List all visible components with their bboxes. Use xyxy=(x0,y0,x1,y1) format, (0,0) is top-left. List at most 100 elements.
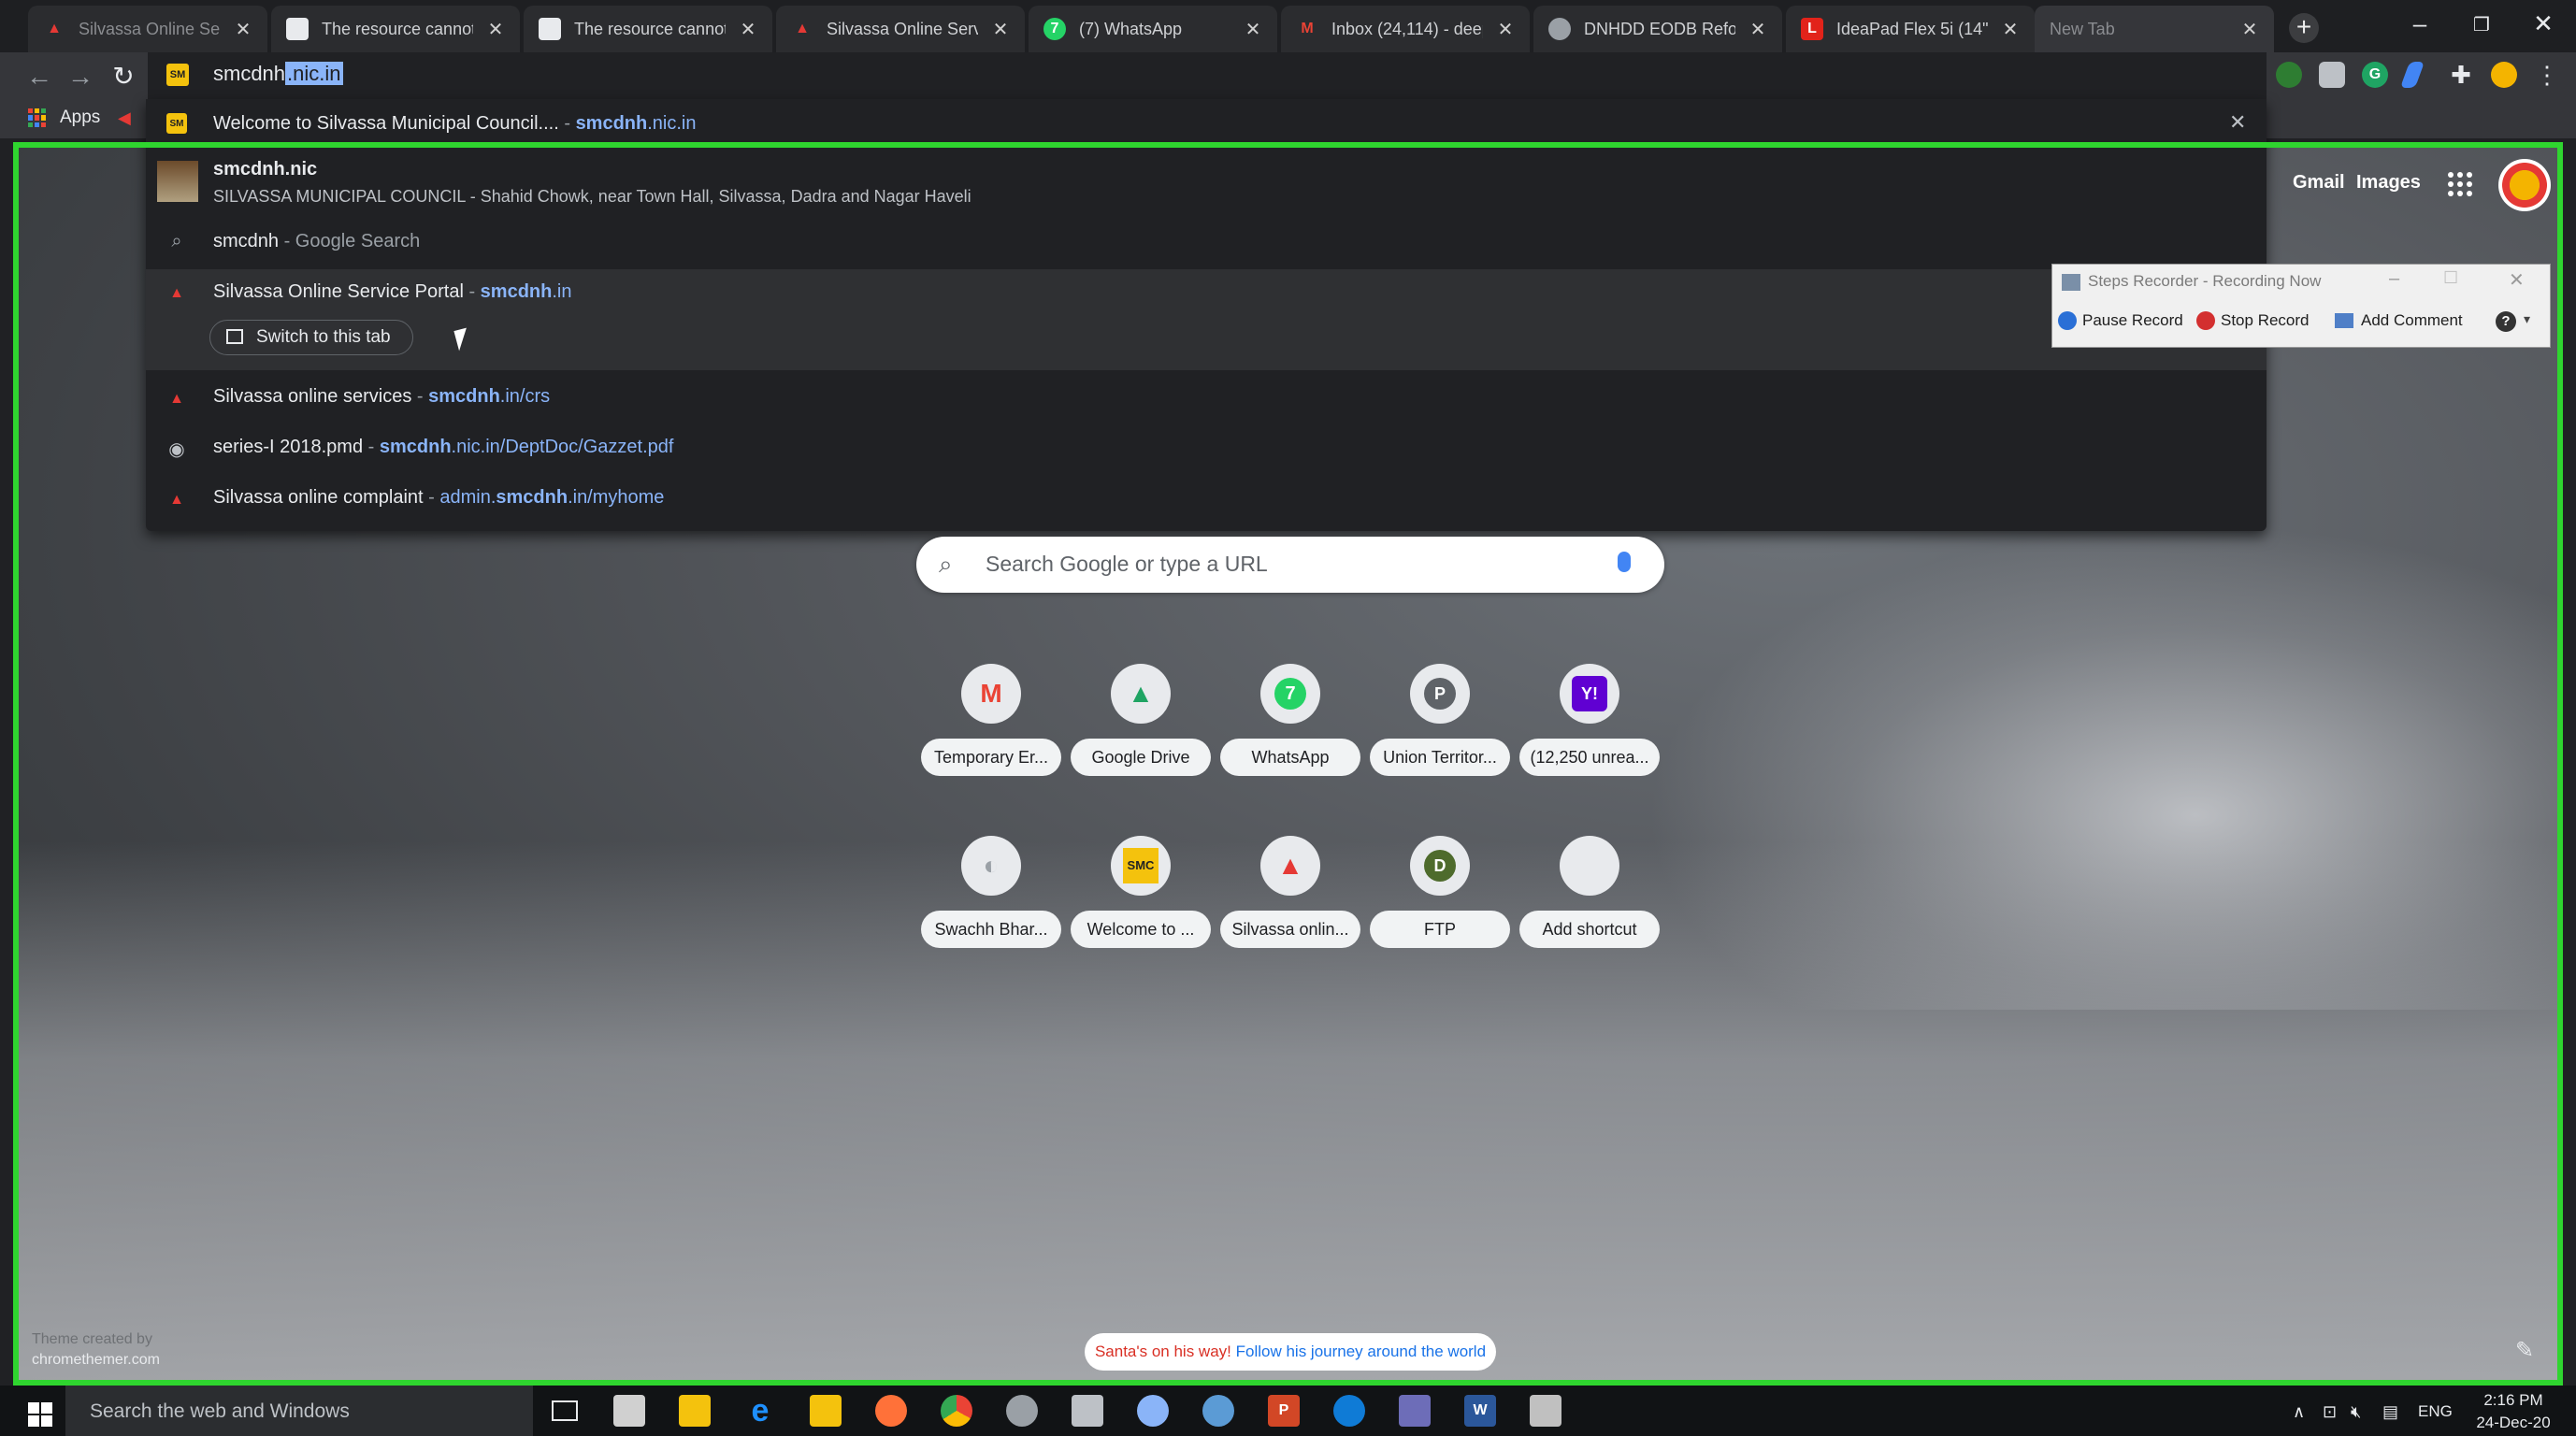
powerpoint-icon[interactable]: P xyxy=(1268,1395,1300,1427)
volume-mute-icon[interactable]: 🔇︎ xyxy=(2351,1402,2361,1422)
steps-maximize-icon[interactable]: ☐ xyxy=(2443,268,2458,288)
internet-explorer-icon[interactable]: e xyxy=(744,1395,776,1427)
images-link[interactable]: Images xyxy=(2356,172,2421,194)
shortcut-tile[interactable]: M Temporary Er... xyxy=(921,664,1061,785)
file-explorer-icon[interactable] xyxy=(679,1395,711,1427)
tab-7[interactable]: DNHDD EODB Reform ✕ xyxy=(1533,6,1782,52)
whatsapp-icon: 7 xyxy=(1260,664,1320,724)
shortcut-label: (12,250 unrea... xyxy=(1519,739,1660,776)
app-icon[interactable] xyxy=(1202,1395,1234,1427)
shortcut-tile[interactable]: SMC Welcome to ... xyxy=(1071,836,1211,957)
help-icon[interactable]: ? xyxy=(2496,311,2516,332)
minimize-icon[interactable]: – xyxy=(2401,9,2439,38)
back-button[interactable]: ← xyxy=(22,60,56,93)
tab-close-icon[interactable]: ✕ xyxy=(1749,18,1767,41)
google-account-avatar[interactable] xyxy=(2498,159,2551,211)
store-icon[interactable] xyxy=(613,1395,645,1427)
gmail-link[interactable]: Gmail xyxy=(2293,172,2345,194)
grammarly-icon[interactable]: G xyxy=(2362,62,2388,88)
windows-start-icon[interactable] xyxy=(28,1402,52,1427)
customize-pencil-icon[interactable]: ✎ xyxy=(2515,1337,2534,1364)
tab-2[interactable]: The resource cannot be ✕ xyxy=(271,6,520,52)
tab-close-icon[interactable]: ✕ xyxy=(991,18,1010,41)
tab-close-icon[interactable]: ✕ xyxy=(739,18,757,41)
chrome-icon[interactable] xyxy=(941,1395,972,1427)
task-view-icon[interactable] xyxy=(552,1400,578,1421)
app-icon[interactable] xyxy=(1399,1395,1431,1427)
suggestion-search-text: smcdnh - Google Search xyxy=(213,231,420,252)
firefox-icon[interactable] xyxy=(875,1395,907,1427)
tab-close-icon[interactable]: ✕ xyxy=(486,18,505,41)
steps-minimize-icon[interactable]: – xyxy=(2389,268,2399,290)
stop-record-button[interactable]: Stop Record xyxy=(2221,311,2310,330)
google-apps-grid-icon[interactable] xyxy=(2448,172,2472,196)
steps-close-icon[interactable]: ✕ xyxy=(2509,268,2525,292)
app-icon[interactable] xyxy=(1072,1395,1103,1427)
santa-promo[interactable]: Santa's on his way! Follow his journey a… xyxy=(1085,1333,1496,1371)
tab-3[interactable]: The resource cannot be ✕ xyxy=(524,6,772,52)
tab-title: DNHDD EODB Reform xyxy=(1584,19,1735,38)
app-icon[interactable] xyxy=(1006,1395,1038,1427)
microphone-icon[interactable] xyxy=(1618,552,1631,572)
profile-avatar[interactable] xyxy=(2491,62,2517,88)
edge-icon[interactable] xyxy=(1333,1395,1365,1427)
extension-green-icon[interactable] xyxy=(2276,62,2302,88)
extensions-puzzle-icon[interactable]: ✚ xyxy=(2448,62,2474,88)
tray-chevron-up-icon[interactable]: ∧ xyxy=(2293,1402,2305,1422)
tab-close-icon[interactable]: ✕ xyxy=(1244,18,1262,41)
app-icon[interactable] xyxy=(1137,1395,1169,1427)
tab-title: Silvassa Online Service xyxy=(827,19,978,38)
letter-d-icon: D xyxy=(1410,836,1470,896)
shortcut-tile[interactable]: ▲ Google Drive xyxy=(1071,664,1211,785)
suggestion-row-2[interactable] xyxy=(146,217,2267,266)
santa-promo-link[interactable]: Follow his journey around the world xyxy=(1236,1343,1486,1360)
action-center-icon[interactable]: ▤ xyxy=(2382,1402,2398,1422)
add-comment-button[interactable]: Add Comment xyxy=(2361,311,2463,330)
tab-1[interactable]: ▲ Silvassa Online Service ✕ xyxy=(28,6,267,52)
omnibox-input[interactable]: smcdnh.nic.in xyxy=(213,62,343,86)
menu-kebab-icon[interactable]: ⋮ xyxy=(2534,62,2560,88)
address-bar[interactable] xyxy=(148,52,2267,99)
folder-app-icon[interactable] xyxy=(810,1395,842,1427)
tab-8[interactable]: L IdeaPad Flex 5i (14") | L ✕ xyxy=(1786,6,2035,52)
tab-close-icon[interactable]: ✕ xyxy=(2001,18,2020,41)
url-prefix: admin. xyxy=(439,487,496,508)
tab-close-icon[interactable]: ✕ xyxy=(2240,18,2259,41)
shortcut-tile[interactable]: Y! (12,250 unrea... xyxy=(1519,664,1660,785)
reload-button[interactable]: ↻ xyxy=(107,60,140,93)
apps-bookmark[interactable]: Apps xyxy=(60,108,100,128)
suggestion-title: series-I 2018.pmd xyxy=(213,437,364,457)
tab-4[interactable]: ▲ Silvassa Online Service ✕ xyxy=(776,6,1025,52)
tab-5[interactable]: 7 (7) WhatsApp ✕ xyxy=(1029,6,1277,52)
new-tab-button[interactable]: + xyxy=(2289,13,2319,43)
tab-close-icon[interactable]: ✕ xyxy=(1496,18,1515,41)
tab-6[interactable]: M Inbox (24,114) - deep6 ✕ xyxy=(1281,6,1530,52)
comment-icon xyxy=(2335,313,2353,328)
dismiss-suggestion-icon[interactable]: ✕ xyxy=(2229,110,2246,135)
pause-record-button[interactable]: Pause Record xyxy=(2082,311,2183,330)
clock-date[interactable]: 24-Dec-20 xyxy=(2468,1414,2558,1432)
shortcut-tile[interactable]: D FTP xyxy=(1370,836,1510,957)
shortcut-tile[interactable]: ▲ Silvassa onlin... xyxy=(1220,836,1360,957)
forward-button[interactable]: → xyxy=(64,60,97,93)
shortcut-tile[interactable]: P Union Territor... xyxy=(1370,664,1510,785)
restore-icon[interactable]: ❐ xyxy=(2463,13,2500,36)
add-shortcut-tile[interactable]: + Add shortcut xyxy=(1519,836,1660,957)
window-close-icon[interactable]: ✕ xyxy=(2525,9,2562,38)
shortcut-label: Welcome to ... xyxy=(1071,911,1211,948)
network-icon[interactable]: ⊡ xyxy=(2323,1402,2337,1422)
extension-print-icon[interactable] xyxy=(2319,62,2345,88)
shortcut-tile[interactable]: 7 WhatsApp xyxy=(1220,664,1360,785)
clock-time[interactable]: 2:16 PM xyxy=(2476,1391,2551,1410)
shortcut-tile[interactable]: ◐ Swachh Bhar... xyxy=(921,836,1061,957)
language-indicator[interactable]: ENG xyxy=(2418,1402,2453,1421)
suggestion-row-3-text: Silvassa Online Service Portal - smcdnh.… xyxy=(213,281,571,303)
word-icon[interactable]: W xyxy=(1464,1395,1496,1427)
tab-close-icon[interactable]: ✕ xyxy=(234,18,252,41)
smc-logo-icon: SMC xyxy=(1111,836,1171,896)
bookmark-silvassa-icon[interactable]: ◀ xyxy=(118,108,131,128)
tab-new-tab[interactable]: New Tab ✕ xyxy=(2035,6,2274,52)
theme-credit-link[interactable]: chromethemer.com xyxy=(32,1352,160,1369)
help-dropdown-chevron-icon[interactable]: ▾ xyxy=(2524,311,2530,327)
steps-recorder-taskbar-icon[interactable] xyxy=(1530,1395,1561,1427)
